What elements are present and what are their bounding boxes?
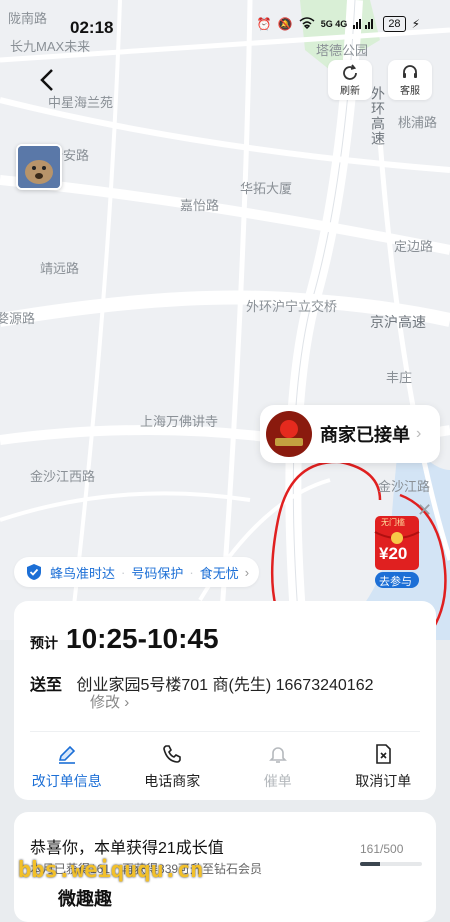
action-label: 取消订单 bbox=[355, 773, 412, 789]
user-location-avatar bbox=[16, 144, 62, 190]
growth-title: 恭喜你，本单获得21成长值 bbox=[30, 840, 224, 857]
customer-service-button[interactable]: 客服 bbox=[388, 60, 432, 100]
refresh-icon bbox=[343, 63, 357, 80]
map-label: 金沙江西路 bbox=[30, 469, 96, 484]
shield-check-icon bbox=[27, 564, 41, 580]
phone-icon bbox=[163, 745, 182, 763]
status-icons: ⏰ 🔕 5G 4G 28 ⚡ bbox=[257, 16, 420, 32]
map-label: 金沙江路 bbox=[378, 479, 431, 494]
map-label: 桃浦路 bbox=[398, 115, 438, 130]
merchant-status-bubble[interactable]: 商家已接单 › bbox=[260, 405, 440, 463]
service-label: 客服 bbox=[400, 85, 420, 97]
chevron-right-icon: › bbox=[416, 425, 422, 442]
headset-icon bbox=[403, 64, 417, 78]
envelope-amount: ¥20 bbox=[379, 544, 408, 563]
refresh-label: 刷新 bbox=[340, 85, 360, 97]
service-guarantees[interactable]: 蜂鸟准时达 · 号码保护 · 食无忧 › bbox=[14, 557, 260, 587]
map-label: 外环沪宁立交桥 bbox=[246, 299, 338, 314]
charging-icon: ⚡ bbox=[411, 17, 420, 31]
map-label: 上海万佛讲寺 bbox=[140, 414, 219, 429]
map-label: 华拓大厦 bbox=[240, 181, 293, 196]
signal-icon bbox=[353, 17, 377, 32]
red-envelope-promo[interactable]: 无门槛 ¥20 去参与 bbox=[373, 514, 421, 588]
network-label: 5G 4G bbox=[320, 19, 348, 29]
map-label: 嘉怡路 bbox=[180, 198, 220, 213]
action-label: 催单 bbox=[263, 773, 292, 789]
status-time: 02:18 bbox=[70, 18, 114, 37]
eta-label: 预计 bbox=[30, 635, 58, 651]
watermark-site: bbs.weiququ.cn bbox=[18, 858, 204, 883]
map-label: 靖远路 bbox=[40, 261, 80, 276]
edit-order-button[interactable]: 改订单信息 bbox=[14, 743, 120, 791]
edit-label: 修改 bbox=[90, 694, 121, 711]
guarantee-item: 食无忧 bbox=[199, 565, 239, 581]
eta-row: 预计 10:25-10:45 bbox=[30, 623, 219, 655]
envelope-cta: 去参与 bbox=[379, 576, 412, 588]
mute-icon: 🔕 bbox=[277, 17, 293, 31]
action-label: 改订单信息 bbox=[31, 773, 102, 789]
chevron-left-icon bbox=[40, 69, 53, 91]
divider bbox=[30, 731, 420, 732]
battery-indicator: 28 bbox=[383, 16, 406, 32]
growth-progress-text: 161/500 bbox=[360, 842, 404, 856]
map-label: 丰庄 bbox=[386, 370, 413, 385]
order-card: 预计 10:25-10:45 送至 创业家园5号楼701 商(先生) 16673… bbox=[14, 601, 436, 800]
envelope-tag: 无门槛 bbox=[381, 518, 405, 527]
call-merchant-button[interactable]: 电话商家 bbox=[120, 743, 226, 791]
map-label: 塔德公园 bbox=[316, 43, 369, 58]
merchant-logo bbox=[266, 411, 312, 457]
order-actions: 改订单信息 电话商家 催单 取消订单 bbox=[14, 743, 436, 791]
eta-time: 10:25-10:45 bbox=[66, 623, 219, 654]
status-bar: 02:18 ⏰ 🔕 5G 4G 28 ⚡ bbox=[0, 0, 450, 40]
map-label: 中星海兰苑 bbox=[48, 95, 114, 110]
growth-progress-fill bbox=[360, 862, 380, 866]
urge-order-button[interactable]: 催单 bbox=[225, 743, 331, 791]
cancel-order-button[interactable]: 取消订单 bbox=[331, 743, 437, 791]
alarm-icon: ⏰ bbox=[256, 17, 272, 31]
map-label: 京沪高速 bbox=[370, 314, 426, 330]
chevron-right-icon: › bbox=[244, 564, 250, 580]
address-row: 送至 创业家园5号楼701 商(先生) 16673240162 bbox=[30, 671, 374, 695]
refresh-button[interactable]: 刷新 bbox=[328, 60, 372, 100]
map-label: 定边路 bbox=[394, 239, 434, 254]
bell-icon bbox=[268, 747, 287, 763]
pencil-icon bbox=[58, 745, 75, 764]
edit-address-link[interactable]: 修改 › bbox=[90, 691, 129, 712]
guarantee-item: 号码保护 bbox=[131, 565, 184, 581]
map-label: 婺源路 bbox=[0, 311, 36, 326]
chevron-right-icon: › bbox=[124, 694, 130, 711]
action-label: 电话商家 bbox=[144, 773, 201, 789]
guarantee-item: 蜂鸟准时达 bbox=[50, 565, 116, 581]
cancel-document-icon bbox=[376, 744, 392, 764]
back-button[interactable] bbox=[34, 66, 62, 94]
watermark-name: 微趣趣 bbox=[58, 889, 112, 909]
growth-progress-bar bbox=[360, 862, 422, 866]
merchant-status-text: 商家已接单 bbox=[320, 425, 410, 445]
wifi-icon bbox=[299, 16, 315, 32]
address-label: 送至 bbox=[30, 677, 63, 694]
